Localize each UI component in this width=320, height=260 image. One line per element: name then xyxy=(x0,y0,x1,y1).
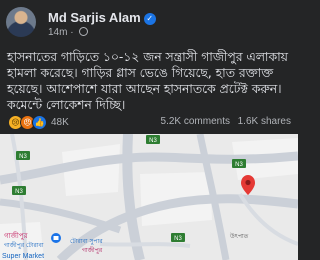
road-label-3: N3 xyxy=(174,236,182,242)
verified-badge-icon: ✓ xyxy=(143,13,156,25)
author-name-text[interactable]: Md Sarjis Alam xyxy=(48,10,141,25)
map-image[interactable]: N3 N3 N3 N3 N3 গাজীপুর গাজীপুর টোরাবা Su… xyxy=(0,134,298,260)
like-reaction-icon: 👍 xyxy=(32,115,47,130)
reactions-summary[interactable]: 😢 😠 👍 48K xyxy=(8,115,69,130)
shop-icon xyxy=(51,233,61,243)
globe-icon xyxy=(79,27,89,36)
road-shield-1: N3 xyxy=(16,151,30,160)
author-name[interactable]: Md Sarjis Alam ✓ xyxy=(48,10,156,25)
road-label-1: N3 xyxy=(19,154,27,160)
reaction-count: 48K xyxy=(51,117,69,128)
place-label-4: গাজীপুর xyxy=(82,246,103,254)
post-header: Md Sarjis Alam ✓ 14m · xyxy=(0,0,298,44)
road-label-2: N3 xyxy=(149,138,157,144)
road-shield-3: N3 xyxy=(171,233,185,242)
road-label-5: N3 xyxy=(15,189,23,195)
post-text: হাসনাতের গাড়িতে ১০-১২ জন সন্ত্রাসী গাজী… xyxy=(7,50,288,112)
road-shield-4: N3 xyxy=(232,159,246,168)
road-label-4: N3 xyxy=(235,162,243,168)
post-stats: 😢 😠 👍 48K 5.2K comments 1.6K shares xyxy=(0,115,298,131)
shares-count[interactable]: 1.6K shares xyxy=(238,116,291,127)
avatar[interactable] xyxy=(6,7,36,37)
post-meta: 14m · xyxy=(48,27,89,38)
place-label-1: গাজীপুর xyxy=(4,231,28,240)
post-time[interactable]: 14m xyxy=(48,27,67,38)
place-label-2: গাজীপুর টোরাবা xyxy=(4,241,44,249)
comments-count[interactable]: 5.2K comments xyxy=(161,116,230,127)
road-shield-2: N3 xyxy=(146,135,160,144)
road-shield-5: N3 xyxy=(12,186,26,195)
map-road xyxy=(99,242,191,248)
place-label-5: টোরাবা সুপার xyxy=(70,237,103,245)
place-label-6: উৎপাত xyxy=(229,232,249,240)
place-label-3: Super Market xyxy=(2,253,44,260)
